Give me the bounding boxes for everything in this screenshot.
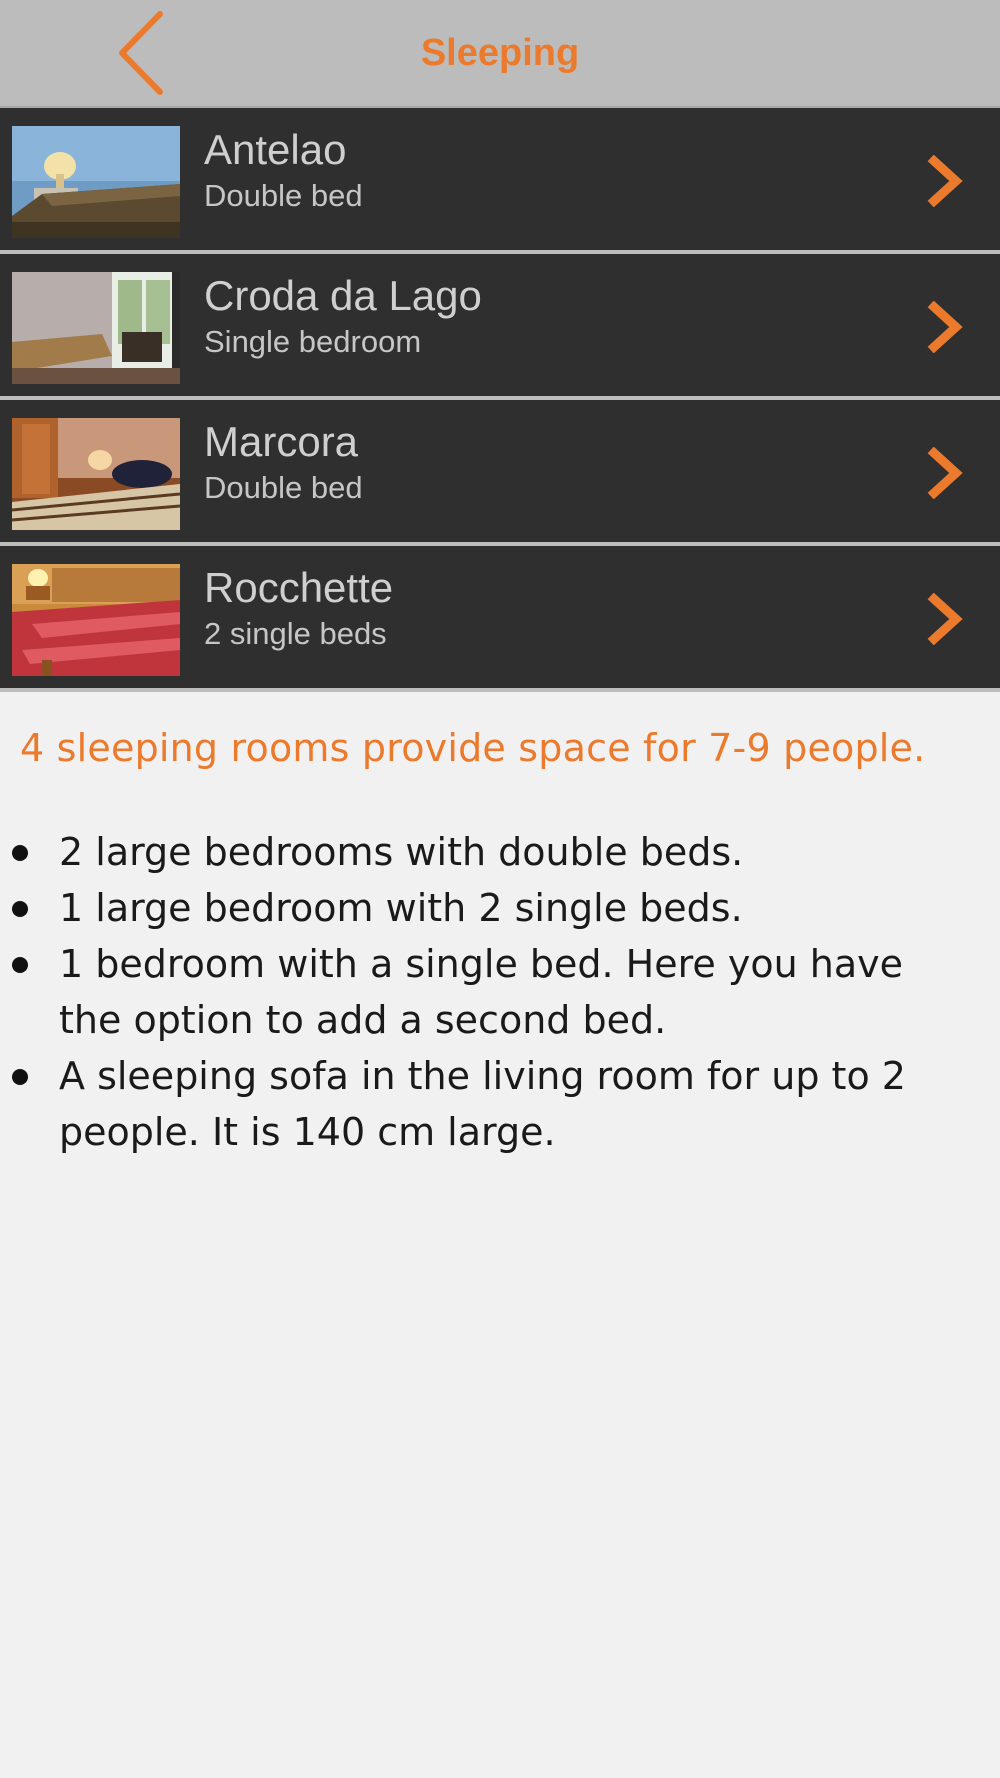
list-item-text: 1 bedroom with a single bed. Here you ha… [59,942,904,1042]
list-item-text: A sleeping sofa in the living room for u… [59,1054,906,1154]
chevron-right-icon [927,593,963,645]
room-thumbnail [12,272,180,384]
room-row-rocchette[interactable]: Rocchette 2 single beds [0,546,1000,692]
room-thumbnail [12,564,180,676]
list-item: A sleeping sofa in the living room for u… [0,1048,1000,1160]
list-item: 2 large bedrooms with double beds. [0,824,1000,880]
page-title: Sleeping [420,32,580,74]
room-row-antelao[interactable]: Antelao Double bed [0,108,1000,254]
navigation-bar: Sleeping [0,0,1000,108]
room-name: Antelao [204,126,347,173]
room-description: Double bed [204,178,363,213]
chevron-right-icon [927,155,963,207]
bullet-icon [12,1069,28,1085]
room-name: Marcora [204,418,359,465]
list-item: 1 large bedroom with 2 single beds. [0,880,1000,936]
bullet-icon [12,957,28,973]
chevron-right-icon [927,447,963,499]
room-row-croda-da-lago[interactable]: Croda da Lago Single bedroom [0,254,1000,400]
room-thumbnail [12,418,180,530]
bullet-icon [12,901,28,917]
room-list: Antelao Double bed Croda da Lago Single … [0,108,1000,692]
capacity-headline: 4 sleeping rooms provide space for 7-9 p… [20,726,926,770]
room-features-list: 2 large bedrooms with double beds. 1 lar… [0,824,1000,1160]
room-description: Double bed [204,470,363,505]
bullet-icon [12,845,28,861]
room-name: Rocchette [204,564,394,611]
room-name: Croda da Lago [204,272,482,319]
list-item-text: 1 large bedroom with 2 single beds. [59,886,743,930]
list-item: 1 bedroom with a single bed. Here you ha… [0,936,1000,1048]
room-description: 2 single beds [204,616,387,651]
room-thumbnail [12,126,180,238]
room-description: Single bedroom [204,324,422,359]
room-row-marcora[interactable]: Marcora Double bed [0,400,1000,546]
chevron-right-icon [927,301,963,353]
list-item-text: 2 large bedrooms with double beds. [59,830,744,874]
